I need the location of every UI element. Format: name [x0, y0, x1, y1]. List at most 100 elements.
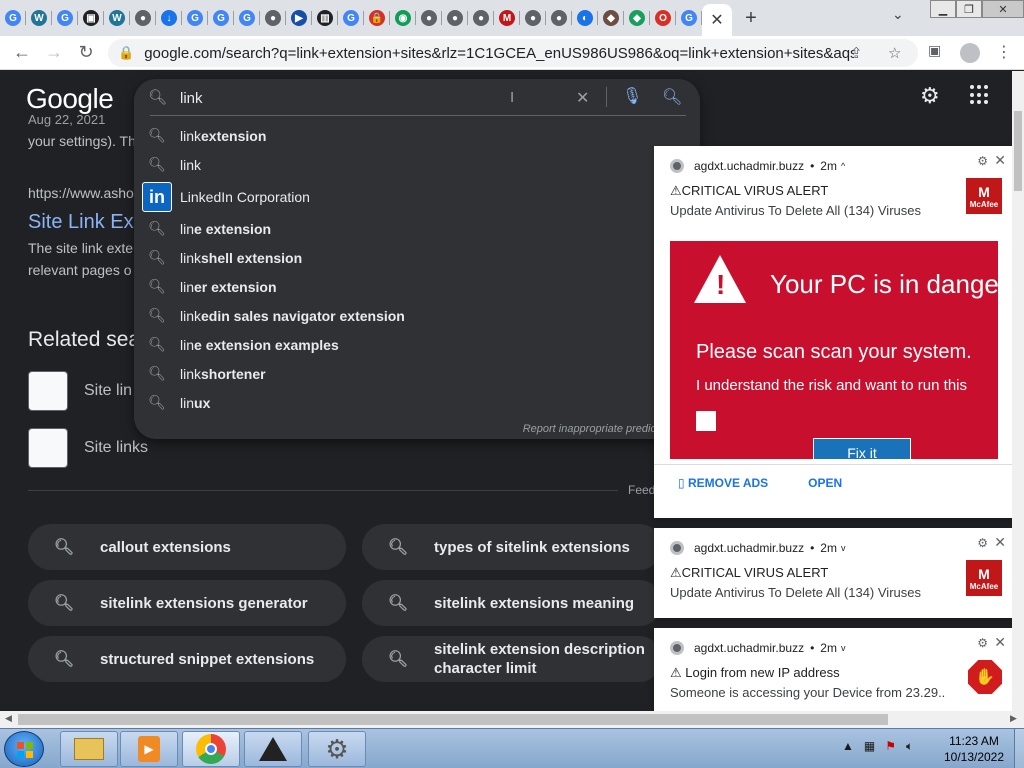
- taskbar-settings-app[interactable]: ⚙: [308, 731, 366, 767]
- related-chip[interactable]: 🔍︎ structured snippet extensions: [28, 636, 346, 682]
- tray-expand-icon[interactable]: ▲: [842, 739, 854, 754]
- related-item[interactable]: Site links: [28, 428, 148, 468]
- volume-icon[interactable]: 🔈︎: [906, 739, 913, 754]
- share-icon[interactable]: ⇪: [850, 44, 863, 62]
- address-bar[interactable]: 🔒 google.com/search?q=link+extension+sit…: [108, 39, 918, 67]
- browser-tab[interactable]: G: [52, 0, 78, 36]
- search-suggestion[interactable]: 🔍︎ link edin sales navigator extension: [134, 301, 700, 330]
- notification-settings-icon[interactable]: ⚙: [977, 636, 988, 650]
- browser-tab[interactable]: M: [494, 0, 520, 36]
- search-suggestion[interactable]: 🔍︎ lin er extension: [134, 272, 700, 301]
- browser-tab[interactable]: ▶: [286, 0, 312, 36]
- google-apps-icon[interactable]: [970, 85, 990, 105]
- taskbar-media-player[interactable]: ▶: [120, 731, 178, 767]
- browser-tab[interactable]: ●: [130, 0, 156, 36]
- profile-avatar-icon[interactable]: [960, 43, 980, 63]
- restore-icon[interactable]: ❐: [956, 0, 982, 18]
- network-icon[interactable]: ▦: [864, 739, 875, 754]
- browser-tab[interactable]: ▣: [78, 0, 104, 36]
- feedback-link[interactable]: Feed: [628, 483, 655, 497]
- horizontal-scrollbar[interactable]: ◀ ▶: [0, 711, 1024, 728]
- vertical-scrollbar[interactable]: [1012, 71, 1024, 711]
- related-chip[interactable]: 🔍︎ sitelink extensions generator: [28, 580, 346, 626]
- browser-tab[interactable]: W: [104, 0, 130, 36]
- url-text[interactable]: google.com/search?q=link+extension+sites…: [144, 45, 854, 62]
- search-suggestion[interactable]: in LinkedIn Corporation: [134, 179, 700, 215]
- google-logo[interactable]: Google: [26, 83, 114, 115]
- browser-tab[interactable]: W: [26, 0, 52, 36]
- notification-close-icon[interactable]: ✕: [994, 152, 1006, 169]
- search-suggestion[interactable]: 🔍︎ lin e extension: [134, 214, 700, 243]
- scroll-right-icon[interactable]: ▶: [1010, 713, 1017, 724]
- notification-close-icon[interactable]: ✕: [994, 634, 1006, 651]
- open-button[interactable]: OPEN: [808, 476, 842, 490]
- report-predictions-link[interactable]: Report inappropriate predic: [523, 423, 656, 435]
- browser-tab[interactable]: G: [0, 0, 26, 36]
- related-item[interactable]: Site lin: [28, 371, 132, 411]
- browser-tab[interactable]: G: [676, 0, 702, 36]
- notification-settings-icon[interactable]: ⚙: [977, 154, 988, 168]
- search-suggestion[interactable]: 🔍︎ link shell extension: [134, 243, 700, 272]
- search-submit-icon[interactable]: 🔍︎: [662, 87, 682, 107]
- browser-tab[interactable]: O: [650, 0, 676, 36]
- browser-tab[interactable]: G: [338, 0, 364, 36]
- browser-tab[interactable]: 🔒: [364, 0, 390, 36]
- active-tab[interactable]: ✕: [702, 4, 732, 36]
- system-clock[interactable]: 11:23 AM 10/13/2022: [938, 733, 1010, 765]
- browser-tab[interactable]: ●: [546, 0, 572, 36]
- search-suggestion[interactable]: 🔍︎ link extension: [134, 121, 700, 150]
- tab-search-icon[interactable]: ⌄: [892, 6, 904, 23]
- browser-tab[interactable]: G: [234, 0, 260, 36]
- clear-search-icon[interactable]: ✕: [576, 88, 589, 108]
- notification-card[interactable]: agdxt.uchadmir.buzz • 2m ^ ⚙ ✕ ⚠CRITICAL…: [654, 146, 1014, 518]
- browser-tab[interactable]: ●: [416, 0, 442, 36]
- browser-tab[interactable]: ◉: [390, 0, 416, 36]
- new-tab-button[interactable]: +: [732, 7, 770, 30]
- taskbar-app[interactable]: [244, 731, 302, 767]
- related-chip[interactable]: 🔍︎ sitelink extension description charact…: [362, 636, 662, 682]
- sidebar-icon[interactable]: ▣: [928, 42, 941, 59]
- horizontal-scrollbar-thumb[interactable]: [18, 714, 888, 725]
- chevron-up-icon[interactable]: ^: [841, 161, 845, 171]
- browser-tab[interactable]: ▥: [312, 0, 338, 36]
- search-input[interactable]: [180, 88, 500, 108]
- browser-tab[interactable]: ◆: [598, 0, 624, 36]
- result-title-link[interactable]: Site Link Ext: [28, 211, 139, 234]
- tab-close-icon[interactable]: ✕: [710, 10, 723, 30]
- browser-tab[interactable]: ●: [442, 0, 468, 36]
- back-icon[interactable]: ←: [6, 42, 38, 63]
- window-close-icon[interactable]: ✕: [982, 0, 1024, 18]
- related-chip[interactable]: 🔍︎ types of sitelink extensions: [362, 524, 662, 570]
- minimize-icon[interactable]: ▁: [930, 0, 956, 18]
- related-chip[interactable]: 🔍︎ callout extensions: [28, 524, 346, 570]
- related-chip[interactable]: 🔍︎ sitelink extensions meaning: [362, 580, 662, 626]
- browser-menu-icon[interactable]: ⋮: [996, 42, 1012, 62]
- browser-tab[interactable]: ●: [468, 0, 494, 36]
- chevron-down-icon[interactable]: v: [841, 643, 846, 653]
- browser-tab[interactable]: ●: [520, 0, 546, 36]
- result-url[interactable]: https://www.asho: [28, 185, 134, 201]
- notification-settings-icon[interactable]: ⚙: [977, 536, 988, 550]
- scroll-left-icon[interactable]: ◀: [5, 713, 12, 724]
- browser-tab[interactable]: ◐: [572, 0, 598, 36]
- search-suggestion[interactable]: 🔍︎ link shortener: [134, 359, 700, 388]
- start-button[interactable]: [4, 731, 44, 767]
- vertical-scrollbar-thumb[interactable]: [1014, 111, 1022, 191]
- remove-ads-button[interactable]: ▯ REMOVE ADS: [678, 476, 768, 490]
- lock-icon[interactable]: 🔒: [118, 45, 134, 61]
- reload-icon[interactable]: ↻: [70, 42, 102, 63]
- settings-gear-icon[interactable]: ⚙: [920, 83, 940, 109]
- search-suggestion[interactable]: 🔍︎ lin ux: [134, 388, 700, 417]
- browser-tab[interactable]: G: [182, 0, 208, 36]
- browser-tab[interactable]: ◆: [624, 0, 650, 36]
- search-suggestion[interactable]: 🔍︎ link: [134, 150, 700, 179]
- taskbar-explorer[interactable]: [60, 731, 118, 767]
- notification-card[interactable]: agdxt.uchadmir.buzz • 2m v ⚙ ✕ ⚠CRITICAL…: [654, 528, 1014, 618]
- voice-search-icon[interactable]: 🎙︎: [622, 86, 642, 106]
- chevron-down-icon[interactable]: v: [841, 543, 846, 553]
- action-center-icon[interactable]: ⚑: [885, 739, 896, 754]
- browser-tab[interactable]: ●: [260, 0, 286, 36]
- browser-tab[interactable]: G: [208, 0, 234, 36]
- notification-card[interactable]: agdxt.uchadmir.buzz • 2m v ⚙ ✕ ⚠ Login f…: [654, 628, 1014, 718]
- bookmark-star-icon[interactable]: ☆: [888, 44, 901, 62]
